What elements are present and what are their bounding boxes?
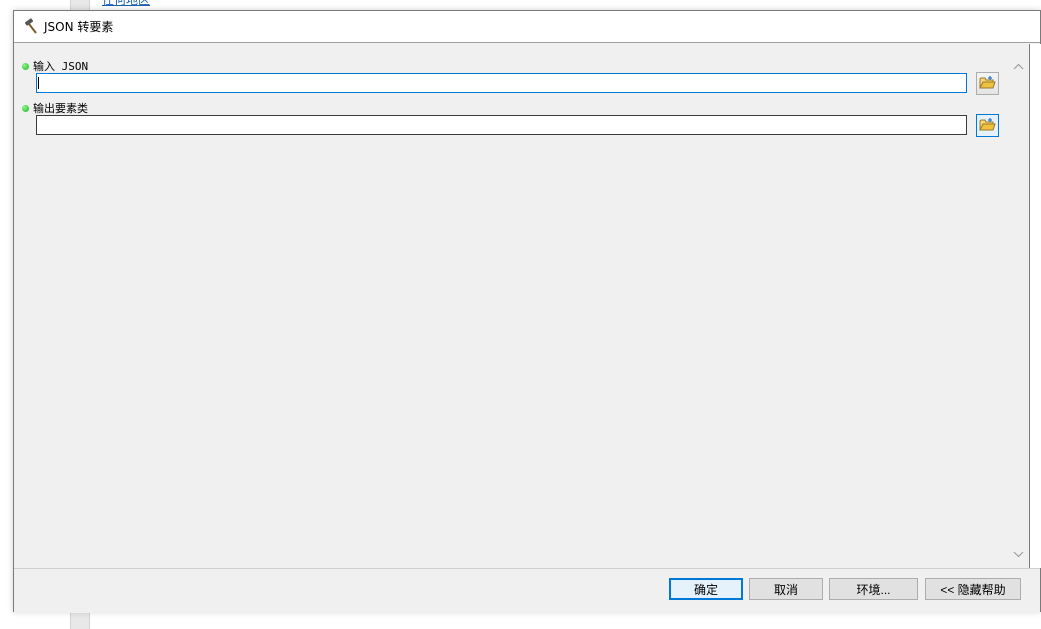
cancel-button[interactable]: 取消 bbox=[749, 578, 823, 600]
dialog-footer: 确定 取消 环境... << 隐藏帮助 bbox=[14, 569, 1040, 613]
browse-output-feature-class-button[interactable] bbox=[976, 114, 999, 137]
open-folder-icon bbox=[979, 75, 996, 93]
vertical-scrollbar[interactable] bbox=[1010, 44, 1027, 568]
parameters-panel: 输入 JSON 输出要素类 bbox=[16, 44, 1010, 568]
ok-button[interactable]: 确定 bbox=[669, 578, 743, 600]
dialog-title: JSON 转要素 bbox=[44, 20, 114, 34]
chevron-up-icon[interactable] bbox=[1010, 58, 1027, 75]
environments-button[interactable]: 环境... bbox=[829, 578, 918, 600]
param-label-text: 输入 JSON bbox=[33, 60, 89, 73]
required-indicator-icon bbox=[22, 62, 29, 70]
param-label-text: 输出要素类 bbox=[33, 102, 88, 115]
input-json-field[interactable] bbox=[36, 73, 967, 93]
hide-help-button[interactable]: << 隐藏帮助 bbox=[925, 578, 1021, 600]
hammer-icon bbox=[22, 17, 40, 36]
chevron-down-icon[interactable] bbox=[1010, 546, 1027, 563]
background-link[interactable]: 任何地区 bbox=[102, 0, 150, 8]
help-panel bbox=[1029, 44, 1041, 568]
output-feature-class-field[interactable] bbox=[36, 115, 967, 135]
dialog-titlebar[interactable]: JSON 转要素 bbox=[14, 11, 1040, 42]
browse-input-json-button[interactable] bbox=[976, 72, 999, 95]
text-caret bbox=[38, 77, 39, 89]
open-folder-icon bbox=[979, 117, 996, 135]
param-output-feature-class-label: 输出要素类 bbox=[22, 100, 88, 116]
divider bbox=[14, 42, 1040, 43]
required-indicator-icon bbox=[22, 104, 29, 112]
param-input-json-label: 输入 JSON bbox=[22, 58, 88, 74]
json-to-features-dialog: JSON 转要素 输入 JSON 输出要素类 确定 取消 环境... << 隐藏… bbox=[13, 10, 1041, 613]
